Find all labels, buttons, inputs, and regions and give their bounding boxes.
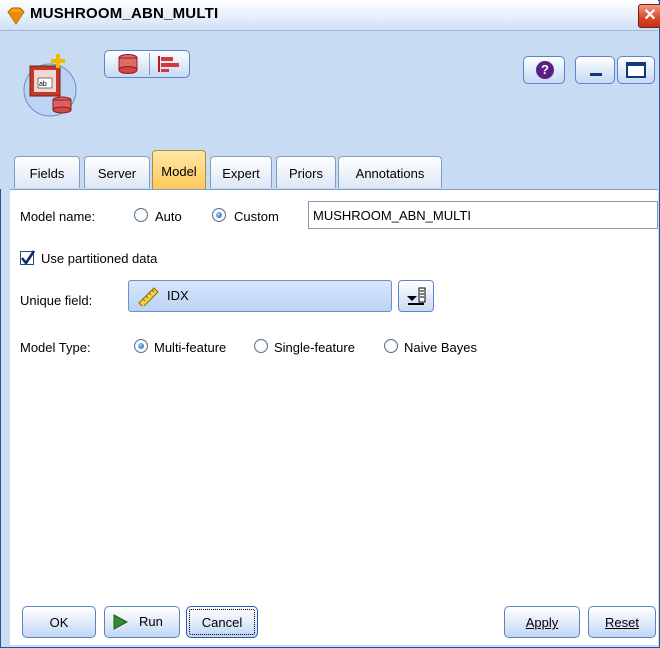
use-partitioned-label: Use partitioned data: [41, 251, 158, 266]
maximize-icon: [626, 62, 646, 78]
field-list-icon: [407, 287, 426, 305]
model-name-label: Model name:: [20, 209, 96, 224]
close-button[interactable]: ✕: [638, 4, 660, 28]
toolbar-button-group: [104, 50, 190, 78]
help-icon: ?: [536, 61, 554, 79]
model-name-custom-label: Custom: [234, 209, 279, 224]
model-type-naive-bayes-radio[interactable]: [384, 339, 398, 353]
tab-fields[interactable]: Fields: [14, 156, 80, 188]
database-icon[interactable]: [111, 53, 145, 75]
model-name-input[interactable]: [308, 201, 658, 229]
tab-expert[interactable]: Expert: [210, 156, 272, 188]
use-partitioned-checkbox[interactable]: [20, 250, 36, 266]
cancel-button[interactable]: Cancel: [186, 606, 258, 638]
ok-button[interactable]: OK: [22, 606, 96, 638]
unique-field-value: IDX: [167, 288, 189, 303]
tab-priors[interactable]: Priors: [276, 156, 336, 188]
model-name-custom-radio[interactable]: [212, 208, 226, 222]
tab-annotations[interactable]: Annotations: [338, 156, 442, 188]
tab-model[interactable]: Model: [152, 150, 206, 189]
run-button[interactable]: Run: [104, 606, 180, 638]
model-type-multi-feature-label: Multi-feature: [154, 340, 227, 355]
unique-field-selector[interactable]: IDX: [128, 280, 392, 312]
tab-server[interactable]: Server: [84, 156, 150, 188]
model-type-single-feature-label: Single-feature: [274, 340, 355, 355]
bar-chart-icon[interactable]: [155, 54, 185, 74]
model-name-auto-label: Auto: [155, 209, 182, 224]
minimize-icon: [590, 73, 602, 76]
toolbar: [0, 31, 658, 143]
svg-text:ab: ab: [39, 81, 47, 88]
play-icon: [113, 614, 128, 630]
model-type-naive-bayes-label: Naive Bayes: [404, 340, 477, 355]
model-node-icon: ab: [23, 54, 77, 117]
maximize-button[interactable]: [617, 56, 655, 84]
window-title: MUSHROOM_ABN_MULTI: [30, 5, 219, 22]
model-type-label: Model Type:: [20, 340, 91, 355]
toolbar-divider: [149, 53, 150, 75]
apply-button[interactable]: Apply: [504, 606, 580, 638]
checkmark-icon: [20, 250, 36, 266]
model-type-single-feature-radio[interactable]: [254, 339, 268, 353]
run-label: Run: [139, 614, 163, 629]
field-picker-button[interactable]: [398, 280, 434, 312]
diamond-node-icon: [7, 7, 25, 25]
model-name-auto-radio[interactable]: [134, 208, 148, 222]
unique-field-label: Unique field:: [20, 293, 93, 308]
model-type-multi-feature-radio[interactable]: [134, 339, 148, 353]
reset-button[interactable]: Reset: [588, 606, 656, 638]
ruler-icon: [138, 287, 159, 306]
help-button[interactable]: ?: [523, 56, 565, 84]
minimize-button[interactable]: [575, 56, 615, 84]
